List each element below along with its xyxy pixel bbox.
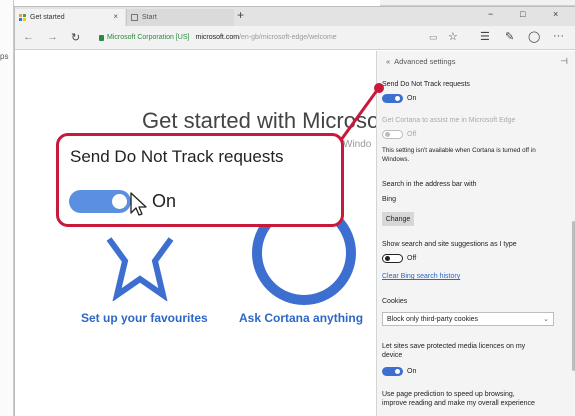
callout-leader-line xyxy=(339,83,384,141)
screenshot: ps Get started × Start + − □ × ← → ↻ Mic… xyxy=(0,0,575,416)
callout-anchor-dot xyxy=(374,83,384,93)
